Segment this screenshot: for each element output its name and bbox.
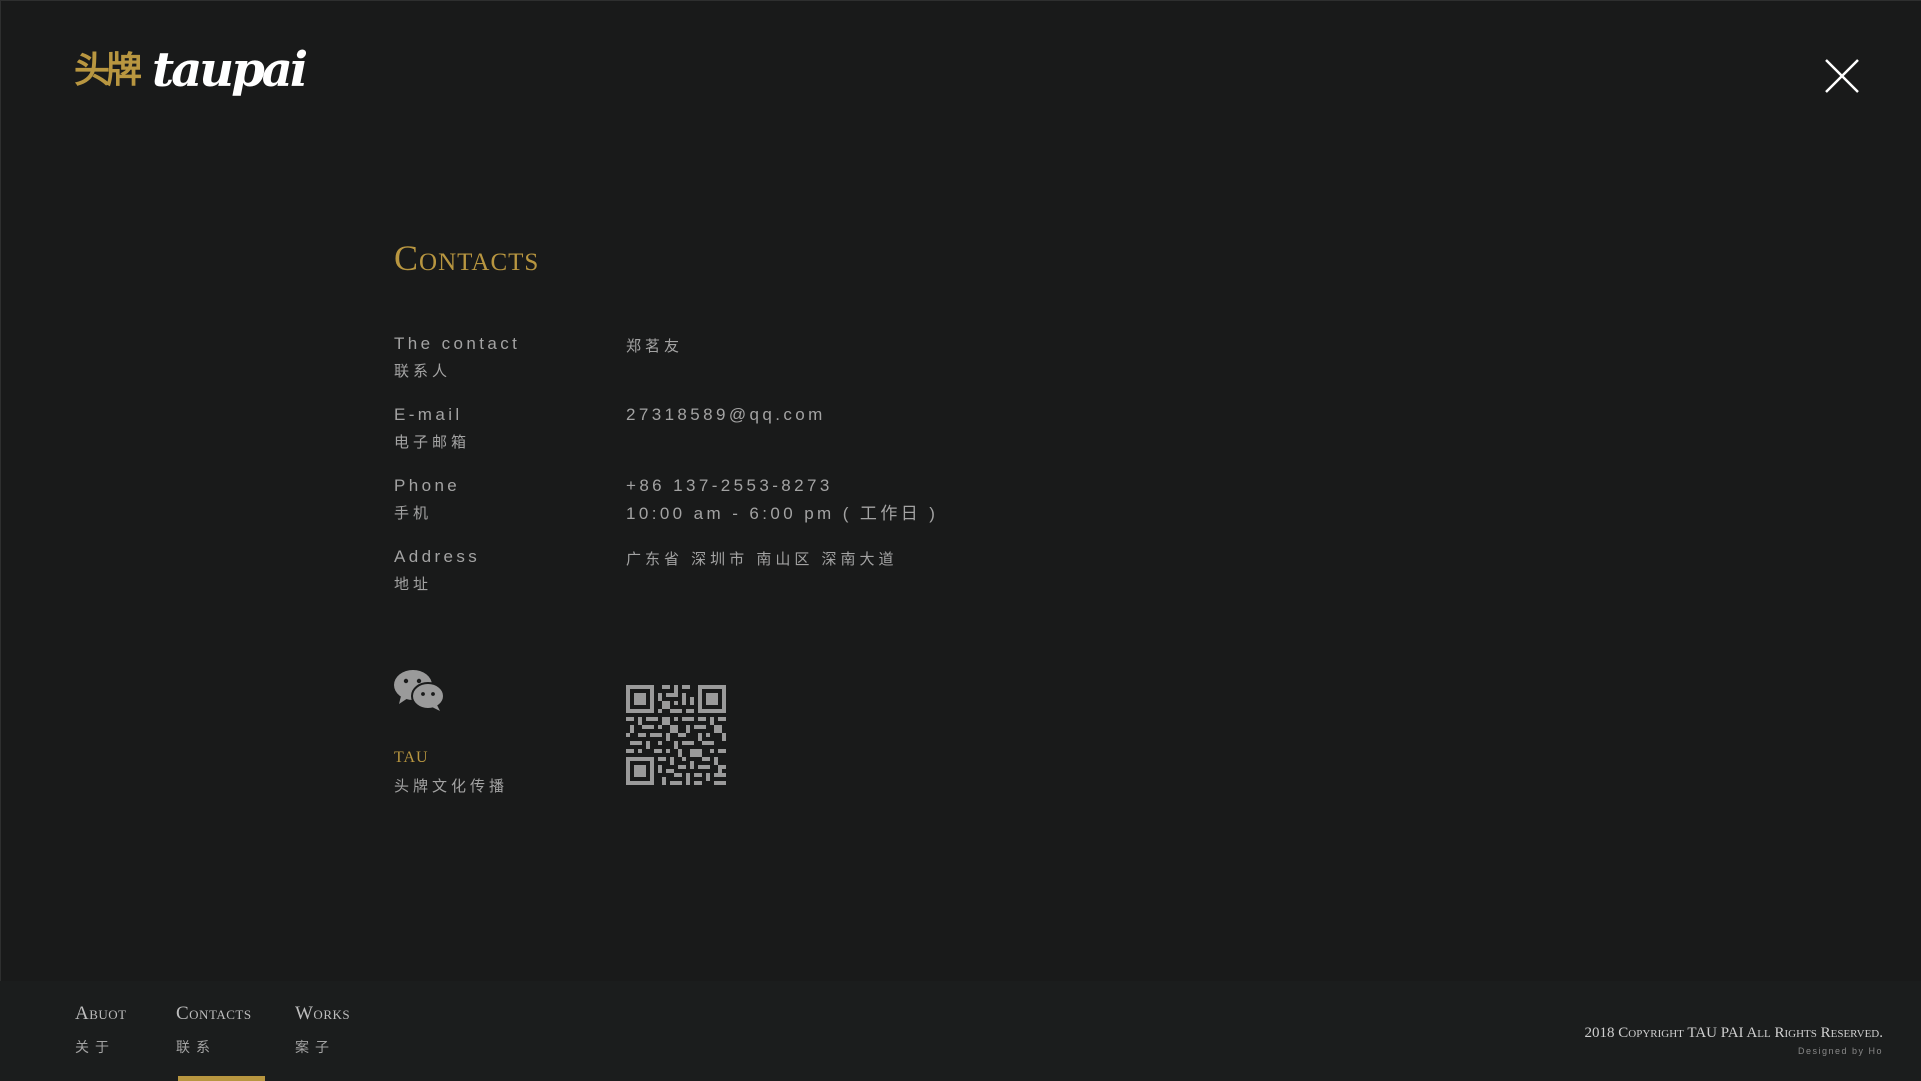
content-frame — [0, 0, 1921, 981]
nav-label-cn: 联系 — [176, 1039, 216, 1055]
email-label-cn: 电子邮箱 — [394, 434, 471, 451]
qr-code-image — [626, 685, 726, 785]
address-label-en: Address — [394, 547, 481, 566]
phone-hours: 10:00 am - 6:00 pm ( 工作日 ) — [626, 504, 939, 523]
logo-wordmark: taupai — [152, 42, 308, 98]
wechat-icon — [394, 670, 445, 711]
nav-item-contacts[interactable]: Contacts 联系 — [176, 1003, 252, 1057]
designer-credit: Designed by Ho — [1797, 1046, 1883, 1056]
copyright: 2018 Copyright TAU PAI All Rights Reserv… — [1585, 1025, 1883, 1056]
site-logo[interactable]: 头牌 taupai — [74, 42, 308, 98]
contact-label-cn: 联系人 — [394, 363, 452, 380]
close-icon[interactable] — [1820, 54, 1864, 98]
nav-item-about[interactable]: Abuot 关于 — [75, 1003, 127, 1057]
contact-value: 郑茗友 — [626, 338, 684, 355]
nav-label-en: Contacts — [176, 1003, 252, 1024]
nav-label-cn: 案子 — [295, 1039, 335, 1055]
logo-cn-mark: 头牌 — [74, 49, 142, 91]
phone-label-cn: 手机 — [394, 505, 433, 522]
nav-label-en: Abuot — [75, 1003, 127, 1024]
phone-value[interactable]: +86 137-2553-8273 — [626, 476, 833, 496]
address-value: 广东省 深圳市 南山区 深南大道 — [626, 551, 898, 568]
active-nav-indicator — [178, 1076, 265, 1081]
email-value[interactable]: 27318589@qq.com — [626, 405, 826, 425]
page-title: Contacts — [394, 238, 540, 278]
wechat-account-name: TAU — [394, 749, 429, 766]
copyright-text: 2018 Copyright TAU PAI All Rights Reserv… — [1584, 1025, 1883, 1041]
wechat-account-name-cn: 头牌文化传播 — [394, 778, 509, 795]
nav-label-cn: 关于 — [75, 1039, 115, 1055]
email-label-en: E-mail — [394, 405, 463, 424]
address-label-cn: 地址 — [394, 576, 433, 593]
footer: Abuot 关于 Contacts 联系 Works 案子 2018 Copyr… — [0, 981, 1921, 1081]
phone-label-en: Phone — [394, 476, 461, 495]
contact-label-en: The contact — [394, 334, 521, 353]
nav-label-en: Works — [295, 1003, 351, 1024]
nav-item-works[interactable]: Works 案子 — [295, 1003, 350, 1057]
